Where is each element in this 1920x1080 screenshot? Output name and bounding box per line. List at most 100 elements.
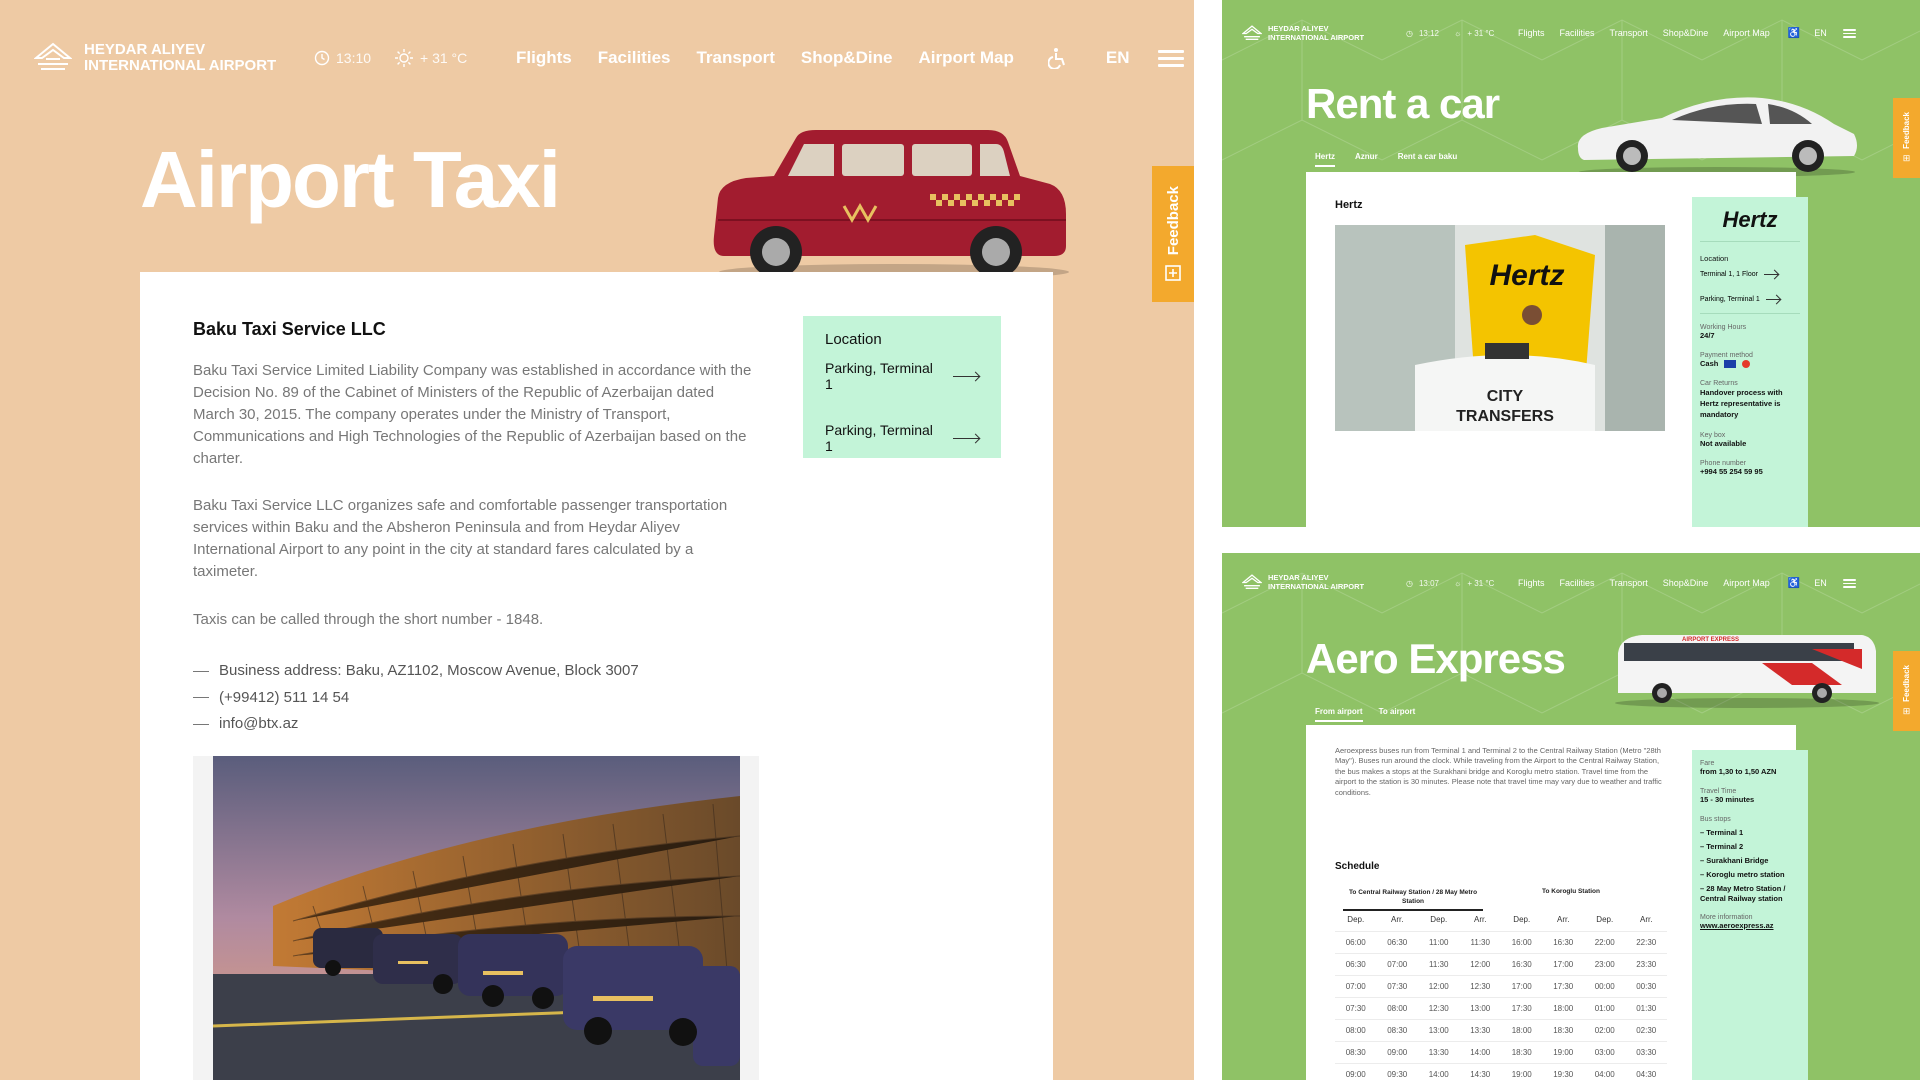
nav-flights[interactable]: Flights xyxy=(1518,28,1545,38)
language-switch[interactable]: EN xyxy=(1814,578,1827,588)
col-header: Dep. xyxy=(1584,909,1626,932)
contact-phone[interactable]: (+99412) 511 14 54 xyxy=(193,685,639,712)
table-cell: 13:00 xyxy=(1418,1019,1460,1042)
location-link-2-text: Parking, Terminal 1 xyxy=(825,422,933,454)
info-field: Travel Time 15 - 30 minutes xyxy=(1700,788,1800,804)
table-cell: 16:00 xyxy=(1501,931,1543,954)
logo-line1: HEYDAR ALIYEV xyxy=(1268,573,1329,582)
nav-facilities[interactable]: Facilities xyxy=(598,48,671,68)
table-row: 09:00 09:30 14:00 14:30 19:00 19:30 04:00 04:30 xyxy=(1335,1063,1667,1080)
more-info-label: More information xyxy=(1700,914,1753,921)
accessibility-icon[interactable] xyxy=(1047,47,1068,69)
payment-cash: Cash xyxy=(1700,359,1719,368)
menu-icon[interactable] xyxy=(1157,46,1184,71)
table-cell: 11:00 xyxy=(1418,931,1460,954)
nav-flights[interactable]: Flights xyxy=(516,48,572,68)
nav-transport[interactable]: Transport xyxy=(1610,578,1648,588)
field-label: Fare xyxy=(1700,760,1715,767)
table-cell: 06:00 xyxy=(1335,931,1377,954)
weather-widget: + 31 °C xyxy=(394,48,504,68)
col-header: Arr. xyxy=(1459,909,1501,932)
accessibility-icon[interactable]: ♿ xyxy=(1788,578,1800,589)
company-heading: Hertz xyxy=(1335,199,1363,211)
nav-airport-map[interactable]: Airport Map xyxy=(1723,28,1770,38)
language-switch[interactable]: EN xyxy=(1106,48,1130,68)
info-field: Key box Not available xyxy=(1700,432,1800,448)
clock-widget: 13:10 xyxy=(314,50,394,66)
field-value: Handover process with Hertz representati… xyxy=(1700,388,1783,419)
feedback-tab[interactable]: Feedback ⊞ xyxy=(1893,651,1920,731)
feedback-label: Feedback xyxy=(1902,112,1911,149)
nav-transport[interactable]: Transport xyxy=(696,48,774,68)
airport-logo[interactable]: HEYDAR ALIYEV INTERNATIONAL AIRPORT xyxy=(1242,573,1364,591)
logo-line2: INTERNATIONAL AIRPORT xyxy=(1268,33,1365,42)
photo-frame xyxy=(193,756,759,1080)
tab-bar: From airport To airport xyxy=(1315,707,1415,722)
airport-logo[interactable]: HEYDAR ALIYEV INTERNATIONAL AIRPORT xyxy=(34,42,276,74)
location-link-1[interactable]: Terminal 1, 1 Floor xyxy=(1700,271,1800,278)
clock-widget: ◷ 13:07 xyxy=(1406,578,1440,588)
time-text: 13:12 xyxy=(1418,28,1440,38)
tab-hertz[interactable]: Hertz xyxy=(1315,152,1336,167)
paragraph-1: Baku Taxi Service Limited Liability Comp… xyxy=(193,362,752,467)
nav-flights[interactable]: Flights xyxy=(1518,578,1545,588)
nav-facilities[interactable]: Facilities xyxy=(1560,578,1595,588)
table-cell: 02:30 xyxy=(1625,1019,1667,1042)
table-cell: 13:30 xyxy=(1418,1041,1460,1064)
menu-icon[interactable] xyxy=(1842,577,1856,590)
hertz-logo: Hertz xyxy=(1700,207,1800,242)
nav-facilities[interactable]: Facilities xyxy=(1560,28,1595,38)
location-link-2[interactable]: Parking, Terminal 1 xyxy=(1700,296,1800,314)
schedule-header-row: Dep. Arr. Dep. Arr. Dep. Arr. Dep. Arr. xyxy=(1335,909,1667,932)
company-heading: Baku Taxi Service LLC xyxy=(193,319,386,339)
paragraph-3: Taxis can be called through the short nu… xyxy=(193,611,544,628)
language-switch[interactable]: EN xyxy=(1814,28,1827,38)
nav-transport[interactable]: Transport xyxy=(1610,28,1648,38)
location-title: Location xyxy=(825,331,882,348)
feedback-tab[interactable]: Feedback ⊞ xyxy=(1893,98,1920,178)
table-cell: 09:30 xyxy=(1376,1063,1418,1080)
table-cell: 19:00 xyxy=(1542,1041,1584,1064)
more-info-link[interactable]: www.aeroexpress.az xyxy=(1700,921,1800,930)
header-bar: ◷ 13:12 ☼ + 31 °C Flights Facilities Tra… xyxy=(1406,27,1856,40)
col-header: Arr. xyxy=(1376,909,1418,932)
table-cell: 03:00 xyxy=(1584,1041,1626,1064)
field-value[interactable]: +994 55 254 59 95 xyxy=(1700,467,1800,476)
route-2-heading: To Koroglu Station xyxy=(1541,888,1600,895)
terminal-taxis-photo xyxy=(213,756,740,1080)
table-cell: 11:30 xyxy=(1459,931,1501,954)
tab-aznur[interactable]: Aznur xyxy=(1355,152,1378,167)
table-cell: 13:30 xyxy=(1459,1019,1501,1042)
hertz-sign: Hertz xyxy=(1489,259,1564,292)
location-link-1[interactable]: Parking, Terminal 1 xyxy=(825,360,979,392)
arrow-right-icon xyxy=(1765,299,1780,300)
table-cell: 16:30 xyxy=(1542,931,1584,954)
nav-shopdine[interactable]: Shop&Dine xyxy=(801,48,893,68)
tab-from-airport[interactable]: From airport xyxy=(1315,707,1363,722)
contact-email[interactable]: info@btx.az xyxy=(193,711,639,738)
table-cell: 08:00 xyxy=(1335,1019,1377,1042)
city-sign: CITY xyxy=(1487,388,1524,405)
feedback-icon xyxy=(1165,264,1181,281)
accessibility-icon[interactable]: ♿ xyxy=(1788,28,1800,39)
nav-airport-map[interactable]: Airport Map xyxy=(919,48,1014,68)
table-row: 07:30 08:00 12:30 13:00 17:30 18:00 01:00 01:30 xyxy=(1335,997,1667,1020)
tab-rent-a-car-baku[interactable]: Rent a car baku xyxy=(1398,152,1458,167)
feedback-tab[interactable]: Feedback xyxy=(1152,166,1194,302)
nav-airport-map[interactable]: Airport Map xyxy=(1723,578,1770,588)
table-row: 06:00 06:30 11:00 11:30 16:00 16:30 22:00 22:30 xyxy=(1335,931,1667,954)
nav-shopdine[interactable]: Shop&Dine xyxy=(1663,28,1709,38)
bus-stop: – Terminal 2 xyxy=(1700,842,1744,851)
table-cell: 02:00 xyxy=(1584,1019,1626,1042)
table-cell: 09:00 xyxy=(1335,1063,1377,1080)
col-header: Dep. xyxy=(1335,909,1377,932)
table-cell: 06:30 xyxy=(1376,931,1418,954)
mastercard-icon xyxy=(1742,359,1751,368)
nav-shopdine[interactable]: Shop&Dine xyxy=(1663,578,1709,588)
location-link-2[interactable]: Parking, Terminal 1 xyxy=(825,422,979,454)
col-header: Dep. xyxy=(1418,909,1460,932)
airport-logo[interactable]: HEYDAR ALIYEV INTERNATIONAL AIRPORT xyxy=(1242,24,1364,42)
table-cell: 17:00 xyxy=(1542,953,1584,976)
menu-icon[interactable] xyxy=(1842,27,1856,40)
tab-to-airport[interactable]: To airport xyxy=(1379,707,1416,722)
